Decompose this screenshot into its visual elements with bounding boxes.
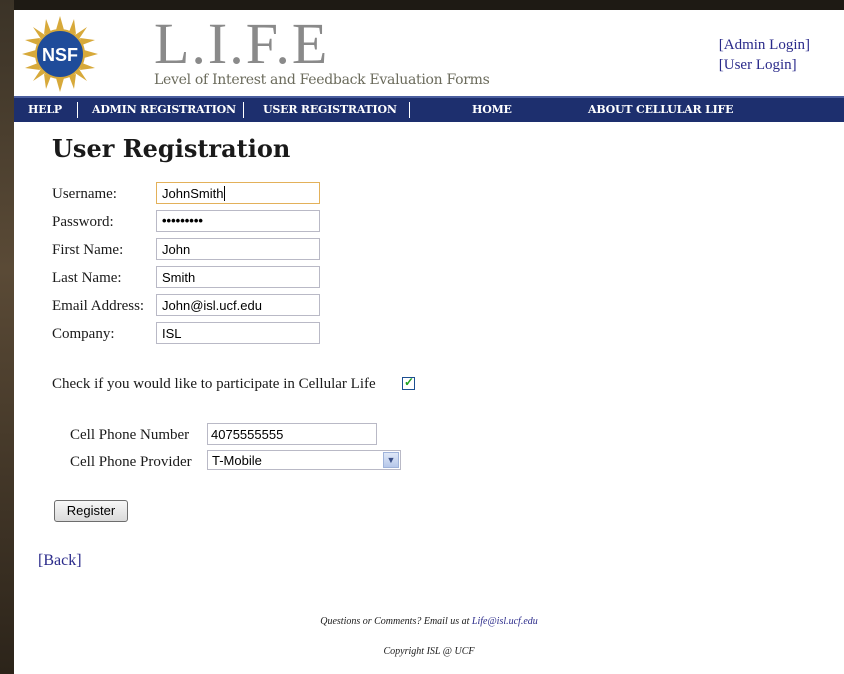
back-link[interactable]: [Back]: [38, 552, 82, 570]
cell-phone-number-label: Cell Phone Number: [70, 427, 190, 443]
first-name-value: John: [162, 242, 191, 257]
participate-checkbox[interactable]: ✓: [402, 375, 415, 390]
last-name-value: Smith: [162, 270, 196, 285]
password-label: Password:: [52, 214, 114, 230]
logo-text: NSF: [42, 45, 78, 65]
last-name-input[interactable]: Smith: [156, 266, 320, 288]
nsf-logo: NSF: [22, 16, 98, 92]
nav-bar: HELP ADMIN REGISTRATION USER REGISTRATIO…: [14, 96, 844, 122]
first-name-label: First Name:: [52, 242, 124, 258]
text-cursor: [224, 186, 226, 201]
nav-item-admin-registration[interactable]: ADMIN REGISTRATION: [92, 103, 236, 116]
footer-questions: Questions or Comments? Email us at Life@…: [14, 616, 844, 627]
username-label: Username:: [52, 186, 117, 202]
checkmark-icon: ✓: [404, 375, 415, 389]
site-title: L.I.F.E: [154, 11, 330, 76]
nav-item-user-registration[interactable]: USER REGISTRATION: [263, 103, 397, 116]
username-value: JohnSmith: [162, 186, 224, 201]
footer-copyright: Copyright ISL @ UCF: [383, 646, 475, 657]
header: NSF L.I.F.E Level of Interest and Feedba…: [14, 10, 844, 96]
email-input[interactable]: John@isl.ucf.edu: [156, 294, 320, 316]
nav-item-about-cellular-life[interactable]: ABOUT CELLULAR LIFE: [588, 103, 734, 116]
page-title: User Registration: [52, 134, 291, 163]
cell-phone-number-value: 4075555555: [211, 427, 284, 442]
admin-login-link[interactable]: [Admin Login]: [719, 35, 810, 55]
cell-phone-provider-label: Cell Phone Provider: [70, 454, 192, 470]
window-background-left: [0, 0, 14, 674]
email-value: John@isl.ucf.edu: [162, 298, 262, 313]
site-subtitle: Level of Interest and Feedback Evaluatio…: [154, 72, 490, 88]
password-input[interactable]: •••••••••: [156, 210, 320, 232]
login-links: [Admin Login] [User Login]: [719, 35, 810, 75]
cell-phone-number-input[interactable]: 4075555555: [207, 423, 377, 445]
footer-questions-text: Questions or Comments? Email us at: [320, 616, 470, 627]
company-label: Company:: [52, 326, 115, 342]
footer-email-link[interactable]: Life@isl.ucf.edu: [472, 616, 538, 627]
company-value: ISL: [162, 326, 182, 341]
password-value: •••••••••: [162, 213, 203, 228]
user-login-link[interactable]: [User Login]: [719, 55, 810, 75]
nav-separator: [243, 102, 244, 118]
nav-separator: [409, 102, 410, 118]
chevron-down-icon[interactable]: ▼: [383, 452, 399, 468]
cell-phone-provider-value: T-Mobile: [212, 453, 262, 468]
company-input[interactable]: ISL: [156, 322, 320, 344]
window-background-top: [0, 0, 844, 10]
register-button[interactable]: Register: [54, 500, 128, 522]
nav-separator: [77, 102, 78, 118]
email-label: Email Address:: [52, 298, 145, 314]
participate-label: Check if you would like to participate i…: [52, 376, 376, 392]
nav-item-help[interactable]: HELP: [28, 103, 62, 116]
first-name-input[interactable]: John: [156, 238, 320, 260]
username-input[interactable]: JohnSmith: [156, 182, 320, 204]
last-name-label: Last Name:: [52, 270, 122, 286]
nav-item-home[interactable]: HOME: [472, 103, 512, 116]
page: NSF L.I.F.E Level of Interest and Feedba…: [14, 10, 844, 674]
cell-phone-provider-select[interactable]: T-Mobile ▼: [207, 450, 401, 470]
